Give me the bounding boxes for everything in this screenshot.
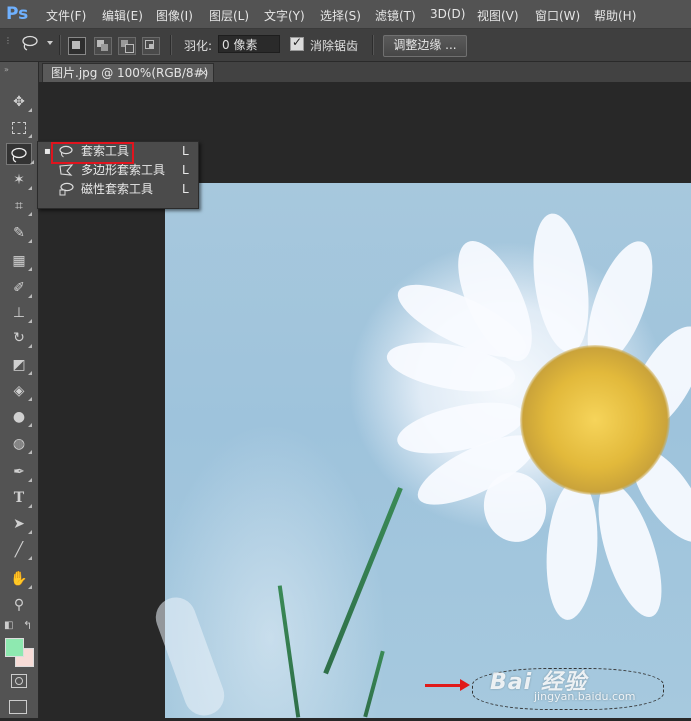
divider <box>59 35 61 55</box>
add-to-selection-button[interactable] <box>94 37 112 55</box>
dodge-icon[interactable]: ◍ <box>9 434 32 454</box>
preset-dropdown-icon[interactable] <box>47 41 53 45</box>
annotation-arrow-head-icon <box>460 679 470 691</box>
divider <box>170 35 172 55</box>
polygonal-lasso-icon <box>58 163 74 177</box>
crop-icon[interactable]: ⌗ <box>9 196 32 216</box>
options-grip-icon: ⋮ <box>4 36 12 45</box>
flyout-item-shortcut: L <box>182 144 189 158</box>
brush-icon[interactable]: ✐ <box>9 278 32 298</box>
line-icon[interactable]: ╱ <box>9 540 32 560</box>
intersect-selection-button[interactable] <box>142 37 160 55</box>
default-colors-icon[interactable]: ◧ <box>4 620 13 631</box>
menu-select[interactable]: 选择(S) <box>320 7 361 24</box>
healing-brush-icon[interactable]: ▦ <box>9 251 32 271</box>
antialias-label: 消除锯齿 <box>310 39 359 53</box>
flyout-item-shortcut: L <box>182 163 189 177</box>
menu-window[interactable]: 窗口(W) <box>535 7 580 24</box>
refine-edge-button[interactable]: 调整边缘 ... <box>383 35 467 57</box>
pen-icon[interactable]: ✒ <box>9 462 32 482</box>
marquee-icon[interactable] <box>9 118 32 138</box>
document-tab[interactable]: 图片.jpg @ 100%(RGB/8#) × <box>42 63 214 82</box>
menu-image[interactable]: 图像(I) <box>156 7 193 24</box>
image-flower-center <box>520 345 670 495</box>
feather-label: 羽化: <box>184 39 213 53</box>
menu-filter[interactable]: 滤镜(T) <box>375 7 416 24</box>
blur-icon[interactable]: ● <box>9 407 32 427</box>
photoshop-logo: Ps <box>6 4 29 24</box>
highlight-box <box>51 142 134 164</box>
menu-edit[interactable]: 编辑(E) <box>102 7 143 24</box>
zoom-icon[interactable]: ⚲ <box>9 595 29 615</box>
clone-stamp-icon[interactable]: ⊥ <box>9 303 32 323</box>
lasso-preset-icon[interactable] <box>20 34 40 52</box>
type-icon[interactable]: T <box>9 488 32 508</box>
watermark-url: jingyan.baidu.com <box>534 690 636 703</box>
eyedropper-icon[interactable]: ✎ <box>9 223 32 243</box>
subtract-from-selection-button[interactable] <box>118 37 136 55</box>
flyout-item-shortcut: L <box>182 182 189 196</box>
paint-bucket-icon[interactable]: ◈ <box>9 381 32 401</box>
hand-icon[interactable]: ✋ <box>9 569 32 589</box>
eraser-icon[interactable]: ◩ <box>9 355 32 375</box>
selected-bullet-icon: ▪ <box>44 146 51 157</box>
magic-wand-icon[interactable]: ✶ <box>9 170 32 190</box>
document-tab-title: 图片.jpg @ 100%(RGB/8#) <box>51 66 209 80</box>
screen-mode-icon[interactable] <box>9 700 27 714</box>
quick-mask-icon[interactable] <box>11 674 27 688</box>
menu-file[interactable]: 文件(F) <box>46 7 86 24</box>
new-selection-button[interactable] <box>68 37 86 55</box>
divider <box>372 35 374 55</box>
swap-colors-icon[interactable]: ↰ <box>23 619 32 632</box>
path-selection-icon[interactable]: ➤ <box>9 514 32 534</box>
flyout-item-magnetic-lasso[interactable]: 磁性套索工具 L <box>38 180 196 199</box>
magnetic-lasso-icon <box>58 182 74 196</box>
lasso-icon[interactable] <box>6 143 34 165</box>
check-icon: ✓ <box>292 35 303 49</box>
feather-input[interactable] <box>218 35 280 53</box>
flyout-item-label: 磁性套索工具 <box>81 182 154 196</box>
foreground-color-swatch[interactable] <box>5 638 24 657</box>
move-icon[interactable]: ✥ <box>9 92 32 112</box>
menu-type[interactable]: 文字(Y) <box>264 7 305 24</box>
antialias-checkbox[interactable]: ✓ <box>290 35 304 51</box>
menu-3d[interactable]: 3D(D) <box>430 7 465 21</box>
menu-view[interactable]: 视图(V) <box>477 7 519 24</box>
menu-layer[interactable]: 图层(L) <box>209 7 249 24</box>
close-icon[interactable]: × <box>199 64 208 82</box>
history-brush-icon[interactable]: ↻ <box>9 328 32 348</box>
panel-collapse-icon[interactable]: » <box>4 65 9 74</box>
menu-help[interactable]: 帮助(H) <box>594 7 636 24</box>
